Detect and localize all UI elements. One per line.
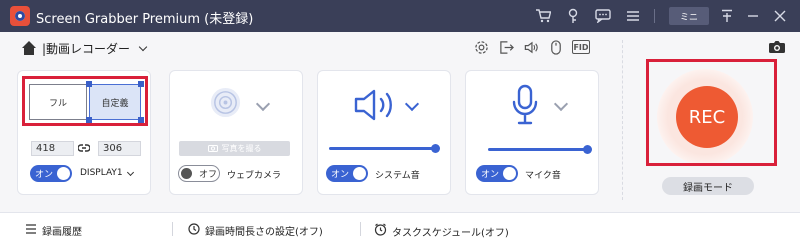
custom-region-button[interactable]: 自定義 <box>89 84 141 120</box>
home-icon[interactable] <box>22 41 36 55</box>
webcam-toggle[interactable]: オフ <box>178 165 220 182</box>
full-screen-label: フル <box>48 98 67 109</box>
microphone-icon <box>511 84 539 126</box>
resize-handle[interactable] <box>138 117 144 123</box>
title-bar: Screen Grabber Premium (未登録) ミニ <box>0 0 800 32</box>
resize-handle[interactable] <box>86 117 92 123</box>
record-mode-label: 録画モード <box>683 182 733 194</box>
full-screen-button[interactable]: フル <box>29 84 87 120</box>
webcam-toggle-label: オフ <box>199 170 218 180</box>
window-title: Screen Grabber Premium (未登録) <box>36 12 254 27</box>
display-label: DISPLAY1 <box>80 168 123 178</box>
chevron-down-icon <box>126 168 134 177</box>
record-mode-button[interactable]: 録画モード <box>662 177 754 195</box>
camera-icon <box>207 144 218 154</box>
take-photo-label: 写真を撮る <box>221 144 262 153</box>
link-icon[interactable] <box>77 143 91 156</box>
rec-label: REC <box>688 106 726 128</box>
divider <box>622 40 623 200</box>
take-photo-button[interactable]: 写真を撮る <box>179 141 290 156</box>
resize-handle[interactable] <box>138 81 144 87</box>
system-audio-label: システム音 <box>375 171 420 181</box>
screenshot-camera-icon[interactable] <box>768 40 786 58</box>
chevron-down-icon <box>138 42 148 51</box>
microphone-label: マイク音 <box>525 171 561 181</box>
custom-region-label: 自定義 <box>101 98 129 109</box>
cart-icon[interactable] <box>534 7 552 25</box>
list-icon <box>25 224 37 237</box>
minimize-icon[interactable] <box>744 7 762 25</box>
resize-handle[interactable] <box>86 81 92 87</box>
mic-volume-slider[interactable] <box>488 148 588 151</box>
speaker-icon <box>353 88 403 122</box>
bottom-bar: 録画履歴 録画時間長さの設定(オフ) タスクスケジュール(オフ) <box>0 212 800 245</box>
mic-volume-knob[interactable] <box>583 145 592 154</box>
mode-selector[interactable]: |動画レコーダー <box>22 38 148 58</box>
mouse-icon[interactable] <box>547 38 565 56</box>
microphone-toggle-label: オン <box>481 170 500 180</box>
mini-mode-button[interactable]: ミニ <box>669 7 709 25</box>
display-toggle[interactable]: オン <box>30 165 72 182</box>
recording-history-button[interactable]: 録画履歴 <box>25 223 82 238</box>
task-schedule-label: タスクスケジュール(オフ) <box>392 227 509 239</box>
export-icon[interactable] <box>497 38 515 56</box>
display-toggle-label: オン <box>35 170 54 180</box>
microphone-toggle[interactable]: オン <box>476 165 518 182</box>
toolbar: FID <box>472 38 590 56</box>
height-input[interactable]: 306 <box>98 141 141 156</box>
bottom-separator <box>172 222 173 236</box>
speaker-icon[interactable] <box>522 38 540 56</box>
webcam-icon <box>209 86 242 119</box>
duration-setting-button[interactable]: 録画時間長さの設定(オフ) <box>188 223 323 238</box>
app-logo-icon <box>10 6 30 26</box>
system-audio-toggle[interactable]: オン <box>326 165 368 182</box>
alarm-clock-icon <box>374 223 387 239</box>
bottom-separator <box>360 222 361 236</box>
duration-setting-label: 録画時間長さの設定(オフ) <box>205 227 323 238</box>
rec-button[interactable]: REC <box>676 86 738 148</box>
recording-history-label: 録画履歴 <box>42 227 82 238</box>
webcam-label: ウェブカメラ <box>227 171 282 181</box>
system-volume-slider[interactable] <box>329 147 437 150</box>
width-input[interactable]: 418 <box>31 141 74 156</box>
gear-icon[interactable] <box>472 38 490 56</box>
pin-icon[interactable] <box>718 7 736 25</box>
display-select[interactable]: DISPLAY1 <box>80 168 134 178</box>
key-icon[interactable] <box>564 7 582 25</box>
task-schedule-button[interactable]: タスクスケジュール(オフ) <box>374 223 509 239</box>
system-audio-toggle-label: オン <box>331 170 350 180</box>
mode-label: |動画レコーダー <box>42 41 131 56</box>
system-volume-knob[interactable] <box>431 144 440 153</box>
fid-icon[interactable]: FID <box>572 40 590 54</box>
clock-icon <box>188 223 200 238</box>
title-separator <box>654 9 655 23</box>
app-window: Screen Grabber Premium (未登録) ミニ |動画レコーダー <box>0 0 800 245</box>
close-icon[interactable] <box>771 7 789 25</box>
chat-icon[interactable] <box>594 7 612 25</box>
menu-icon[interactable] <box>624 7 642 25</box>
